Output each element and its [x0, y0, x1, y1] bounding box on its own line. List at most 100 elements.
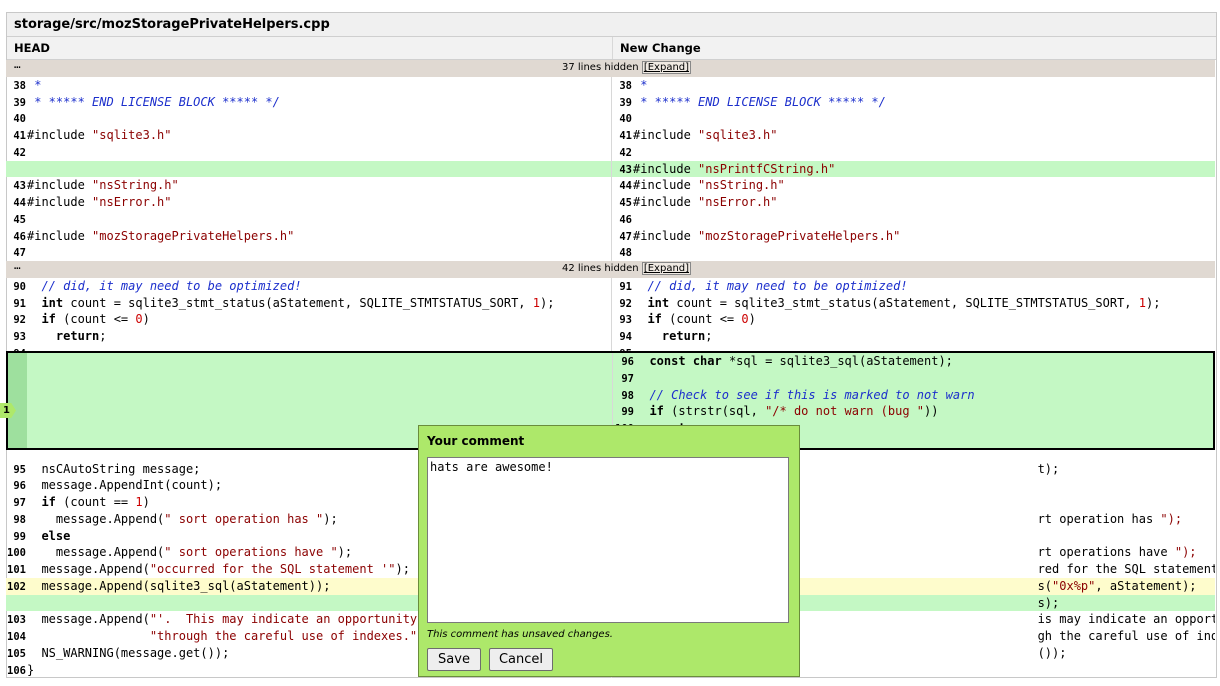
diff-row[interactable]: 38 * 38 * — [6, 76, 1215, 94]
line-number: 90 — [13, 280, 26, 293]
diff-row[interactable]: 90 // did, it may need to be optimized! 9… — [6, 277, 1215, 295]
line-number: 105 — [7, 647, 26, 660]
code-line: * — [27, 77, 42, 92]
selected-code-row: 96 const char *sql = sqlite3_sql(aStatem… — [614, 353, 1214, 370]
line-number: 102 — [7, 580, 26, 593]
column-headers: HEAD New Change — [7, 37, 1216, 60]
line-number: 97 — [621, 372, 634, 385]
diff-row[interactable]: 93 return; 94 return; — [6, 328, 1215, 345]
code-line: if (strstr(sql, "/* do not warn (bug ")) — [649, 404, 939, 419]
diff-row[interactable]: 46#include "mozStoragePrivateHelpers.h" 4… — [6, 227, 1215, 245]
code-line: // did, it may need to be optimized! — [647, 278, 908, 293]
diff-row[interactable]: 43#include "nsString.h" 44#include "nsStr… — [6, 177, 1215, 194]
line-number: 99 — [13, 530, 26, 543]
code-line: else — [41, 528, 71, 543]
code-line: * ***** END LICENSE BLOCK ***** */ — [27, 94, 280, 109]
line-number: 96 — [13, 480, 26, 493]
line-number: 42 — [13, 146, 26, 159]
code-line: const char *sql = sqlite3_sql(aStatement… — [649, 354, 953, 368]
line-number: 91 — [13, 297, 26, 310]
diff-row[interactable]: 40 40 — [6, 110, 1215, 127]
line-number: 48 — [619, 247, 632, 260]
code-line: nsCAutoString message; — [27, 461, 201, 476]
code-line: if (count <= 0) — [647, 312, 756, 327]
diff-row[interactable]: 39 * ***** END LICENSE BLOCK ***** */39 … — [6, 93, 1215, 111]
comment-title: Your comment — [427, 434, 525, 448]
comment-textarea[interactable] — [427, 457, 789, 623]
diff-row[interactable]: 45 46 — [6, 210, 1215, 228]
code-line: message.AppendInt(count); — [27, 478, 223, 493]
code-line: return; — [55, 329, 107, 343]
code-line: } — [27, 662, 35, 677]
line-number: 45 — [619, 197, 632, 209]
selected-code-row: 99 if (strstr(sql, "/* do not warn (bug … — [614, 403, 1214, 420]
line-number: 46 — [13, 230, 26, 243]
code-line: message.Append("occurred for the SQL sta… — [27, 562, 410, 576]
ellipsis: … — [14, 259, 21, 272]
ellipsis: … — [14, 58, 21, 71]
code-line: * — [633, 77, 648, 92]
code-line: int count = sqlite3_stmt_status(aStateme… — [41, 295, 555, 310]
line-number: 44 — [13, 197, 26, 209]
hidden-lines-label: 42 lines hidden [Expand] — [562, 262, 692, 275]
line-number: 93 — [13, 331, 26, 343]
diff-row[interactable]: 47 48 — [6, 244, 1215, 261]
code-line: int count = sqlite3_stmt_status(aStateme… — [647, 295, 1161, 310]
line-number: 41 — [619, 130, 632, 142]
code-line: message.Append(sqlite3_sql(aStatement)); — [27, 578, 331, 593]
code-line: #include "mozStoragePrivateHelpers.h" — [27, 228, 295, 243]
code-line: NS_WARNING(message.get()); — [27, 645, 230, 660]
line-number: 104 — [7, 631, 26, 643]
code-line: if (count <= 0) — [41, 312, 150, 327]
line-number: 93 — [619, 314, 632, 327]
diff-row[interactable]: 92 if (count <= 0) 93 if (count <= 0) — [6, 311, 1215, 328]
line-number: 40 — [619, 113, 632, 126]
diff-row[interactable]: 41#include "sqlite3.h" 41#include "sqlite… — [6, 127, 1215, 144]
line-number: 91 — [619, 280, 632, 293]
line-number: 92 — [13, 314, 26, 327]
line-number: 98 — [13, 513, 26, 526]
diff-row[interactable]: 43#include "nsPrintfCString.h" — [6, 160, 1215, 178]
line-number: 44 — [619, 180, 632, 193]
code-line: message.Append(" sort operations have ")… — [27, 545, 353, 560]
file-path-header: storage/src/mozStoragePrivateHelpers.cpp — [7, 13, 1216, 37]
code-line: // Check to see if this is marked to not… — [649, 387, 975, 402]
cancel-button[interactable]: Cancel — [489, 648, 553, 671]
line-number: 43 — [619, 163, 632, 176]
line-number: 106 — [7, 664, 26, 677]
code-line: #include "nsPrintfCString.h" — [633, 161, 836, 176]
code-line: #include "nsString.h" — [27, 178, 179, 193]
expand-link[interactable]: [Expand] — [641, 262, 692, 275]
line-number: 38 — [13, 79, 26, 92]
code-line: #include "nsError.h" — [27, 195, 172, 209]
code-line: #include "nsError.h" — [633, 195, 778, 209]
code-line: message.Append(" sort operation has "); — [27, 511, 338, 526]
diff-row[interactable]: 42 42 — [6, 143, 1215, 161]
code-line: * ***** END LICENSE BLOCK ***** */ — [633, 94, 886, 109]
hidden-lines-label: 37 lines hidden [Expand] — [562, 61, 692, 74]
line-number: 100 — [7, 547, 26, 560]
line-number: 99 — [621, 406, 634, 419]
line-number: 101 — [7, 564, 26, 576]
expand-link[interactable]: [Expand] — [641, 61, 692, 74]
line-number: 97 — [13, 497, 26, 509]
save-button[interactable]: Save — [427, 648, 481, 671]
line-number: 39 — [13, 96, 26, 109]
line-number: 39 — [619, 96, 632, 109]
line-number: 92 — [619, 297, 632, 310]
diff-row[interactable]: 91 int count = sqlite3_stmt_status(aStat… — [6, 294, 1215, 312]
diff-row[interactable]: 44#include "nsError.h" 45#include "nsErro… — [6, 194, 1215, 211]
code-line: #include "sqlite3.h" — [633, 128, 778, 142]
code-line: return; — [661, 329, 713, 343]
left-column-header: HEAD — [14, 41, 50, 55]
line-number: 98 — [621, 389, 634, 402]
line-number: 41 — [13, 130, 26, 142]
code-line: // did, it may need to be optimized! — [41, 278, 302, 293]
unsaved-changes-notice: This comment has unsaved changes. — [427, 629, 613, 640]
comment-dialog: Your comment This comment has unsaved ch… — [418, 425, 800, 677]
code-line: if (count == 1) — [41, 495, 150, 509]
collapsed-lines-row: … 37 lines hidden [Expand] — [6, 58, 1215, 77]
line-number: 42 — [619, 146, 632, 159]
selected-code-row: 97 — [614, 370, 1214, 387]
code-line: #include "nsString.h" — [633, 178, 785, 193]
